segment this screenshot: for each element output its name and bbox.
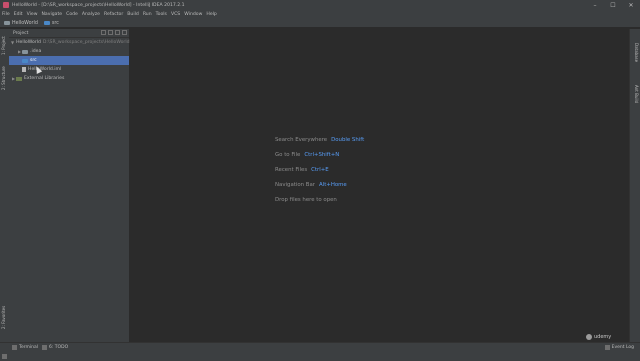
udemy-logo-icon [586, 334, 592, 340]
breadcrumb-label: HelloWorld [12, 20, 38, 26]
hint-shortcut: Ctrl+Shift+N [304, 151, 340, 158]
hint-search-everywhere: Search Everywhere Double Shift [275, 132, 364, 147]
tree-item-label: External Libraries [24, 76, 65, 81]
event-log-icon [604, 345, 610, 350]
hint-go-to-file: Go to File Ctrl+Shift+N [275, 147, 364, 162]
todo-label: 6: TODO [49, 345, 69, 350]
menu-edit[interactable]: Edit [14, 12, 23, 17]
close-button[interactable]: ✕ [622, 0, 640, 10]
terminal-icon [12, 345, 17, 350]
hint-label: Go to File [275, 151, 301, 158]
editor-hints: Search Everywhere Double Shift Go to Fil… [275, 132, 364, 207]
project-panel: Project ▼ HelloWorld D:\SR_workspace_pro… [9, 29, 130, 342]
tree-item-label: .idea [30, 49, 42, 54]
menu-view[interactable]: View [27, 12, 38, 17]
menu-window[interactable]: Window [184, 12, 202, 17]
hint-label: Drop files here to open [275, 196, 337, 203]
hint-drop-files: Drop files here to open [275, 192, 364, 207]
menu-file[interactable]: File [2, 12, 10, 17]
folder-icon [4, 21, 10, 25]
status-indicator-icon[interactable] [2, 354, 7, 359]
hint-shortcut: Ctrl+E [311, 166, 329, 173]
menu-tools[interactable]: Tools [156, 12, 167, 17]
tree-item-idea[interactable]: ▶ .idea [9, 47, 129, 56]
folder-icon [43, 21, 50, 25]
menu-analyze[interactable]: Analyze [82, 12, 100, 17]
terminal-label: Terminal [19, 345, 39, 350]
tab-project[interactable]: 1: Project [1, 33, 8, 59]
tree-item-label: HelloWorld [16, 40, 41, 45]
tab-event-log[interactable]: Event Log [604, 345, 634, 350]
hint-label: Search Everywhere [275, 136, 328, 143]
menu-build[interactable]: Build [127, 12, 139, 17]
menu-code[interactable]: Code [66, 12, 78, 17]
window-title: HelloWorld - [D:\SR_workspace_projects\H… [12, 2, 185, 8]
tab-ant-build[interactable]: Ant Build [632, 79, 639, 109]
menu-help[interactable]: Help [206, 12, 216, 17]
intellij-logo-icon [3, 2, 9, 8]
title-bar: HelloWorld - [D:\SR_workspace_projects\H… [0, 0, 640, 10]
menu-navigate[interactable]: Navigate [42, 12, 63, 17]
library-icon [16, 76, 22, 81]
hint-shortcut: Double Shift [331, 136, 365, 143]
breadcrumb-project[interactable]: HelloWorld [4, 21, 38, 26]
tree-item-label: src [30, 58, 37, 63]
udemy-label: udemy [594, 334, 612, 340]
editor-area[interactable]: Search Everywhere Double Shift Go to Fil… [130, 29, 630, 342]
navigation-bar: HelloWorld src [0, 19, 640, 28]
tab-terminal[interactable]: Terminal [12, 345, 38, 350]
tree-item-iml[interactable]: HelloWorld.iml [9, 65, 129, 74]
maximize-button[interactable]: ☐ [604, 0, 622, 10]
todo-icon [42, 345, 47, 350]
hint-label: Recent Files [275, 166, 308, 173]
sync-icon[interactable] [101, 30, 106, 35]
project-panel-title[interactable]: Project [13, 31, 28, 36]
breadcrumb-label: src [51, 20, 59, 26]
window-controls: – ☐ ✕ [586, 0, 640, 10]
file-icon [22, 67, 26, 72]
event-log-label: Event Log [611, 345, 634, 350]
tree-item-path: D:\SR_workspace_projects\HelloWorld [42, 40, 130, 45]
source-folder-icon [22, 58, 28, 63]
right-tool-strip: Database Ant Build [629, 29, 640, 342]
hint-navigation-bar: Navigation Bar Alt+Home [275, 177, 364, 192]
folder-icon [22, 49, 28, 54]
tab-todo[interactable]: 6: TODO [42, 345, 68, 350]
tree-item-helloworld[interactable]: ▼ HelloWorld D:\SR_workspace_projects\He… [9, 38, 130, 47]
status-bar: Terminal 6: TODO Event Log [0, 342, 640, 361]
project-panel-header: Project [9, 29, 129, 38]
panel-tools [99, 30, 127, 35]
collapse-icon[interactable] [108, 30, 113, 35]
hint-label: Navigation Bar [275, 181, 316, 188]
udemy-watermark: udemy [586, 334, 611, 340]
breadcrumb-src[interactable]: src [43, 20, 59, 26]
tab-database[interactable]: Database [632, 37, 639, 69]
tree-item-external-libraries[interactable]: ▶ External Libraries [9, 74, 129, 83]
settings-icon[interactable] [115, 30, 120, 35]
menu-refactor[interactable]: Refactor [104, 12, 123, 17]
tab-structure[interactable]: 2: Structure [1, 63, 8, 93]
tab-favorites[interactable]: 2: Favorites [1, 299, 8, 335]
menu-vcs[interactable]: VCS [171, 12, 180, 17]
menu-bar: File Edit View Navigate Code Analyze Ref… [0, 10, 640, 19]
hint-recent-files: Recent Files Ctrl+E [275, 162, 364, 177]
hint-shortcut: Alt+Home [319, 181, 347, 188]
expand-arrow-icon[interactable]: ▼ [11, 40, 14, 45]
menu-run[interactable]: Run [143, 12, 152, 17]
tree-item-src[interactable]: src [9, 56, 129, 65]
hide-icon[interactable] [122, 30, 127, 35]
minimize-button[interactable]: – [586, 0, 604, 10]
